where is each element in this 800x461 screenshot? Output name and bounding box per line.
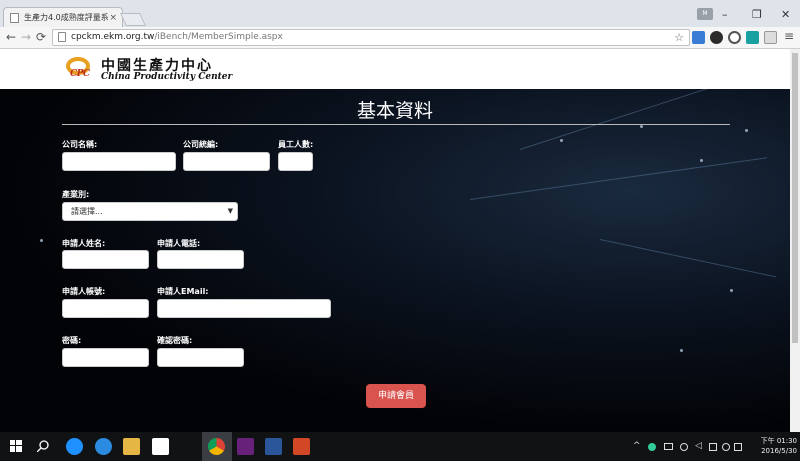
extension-icon[interactable]: [728, 31, 741, 44]
taskbar-clock[interactable]: 下午 01:30 2016/5/30: [745, 436, 797, 456]
tab-close-icon[interactable]: ×: [109, 13, 117, 23]
applicant-phone-input[interactable]: [157, 250, 244, 269]
new-tab-button[interactable]: [119, 13, 147, 26]
file-explorer-icon[interactable]: [123, 438, 140, 455]
word-icon[interactable]: [265, 438, 282, 455]
ie-icon[interactable]: [95, 438, 112, 455]
page-info-icon[interactable]: [58, 32, 66, 42]
chevron-down-icon: ▼: [227, 207, 233, 215]
applicant-account-label: 申請人帳號:: [62, 287, 106, 296]
background-decoration: [745, 129, 748, 132]
applicant-email-label: 申請人EMail:: [157, 287, 209, 296]
main-content: 基本資料 公司名稱: 公司統編: 員工人數: 產業別: 請選擇... ▼ 申請人…: [0, 89, 790, 432]
windows-taskbar: ^ ◁ 下午 01:30 2016/5/30: [0, 432, 800, 461]
industry-label: 產業別:: [62, 190, 90, 199]
applicant-email-input[interactable]: [157, 299, 331, 318]
show-hidden-icons-icon[interactable]: ^: [633, 441, 641, 451]
powerpoint-icon[interactable]: [293, 438, 310, 455]
background-decoration: [730, 289, 733, 292]
industry-select[interactable]: 請選擇... ▼: [62, 202, 238, 221]
background-decoration: [599, 239, 777, 278]
user-profile-badge[interactable]: M: [697, 8, 713, 20]
page-title: 基本資料: [356, 100, 433, 122]
tab-title: 生產力4.0成熟度評量系統: [24, 13, 110, 22]
close-window-icon[interactable]: ✕: [781, 8, 790, 21]
edge-icon[interactable]: [66, 438, 83, 455]
browser-tab-strip: 生產力4.0成熟度評量系統 × M – ❐ ✕: [0, 0, 800, 27]
background-decoration: [680, 349, 683, 352]
keyboard-icon[interactable]: [734, 443, 742, 451]
address-bar[interactable]: cpckm.ekm.org.tw/iBench/MemberSimple.asp…: [52, 29, 690, 46]
background-decoration: [40, 239, 43, 242]
applicant-phone-label: 申請人電話:: [157, 239, 201, 248]
bookmark-star-icon[interactable]: ☆: [674, 30, 684, 45]
extension-icon[interactable]: [746, 31, 759, 44]
title-divider: [62, 124, 730, 125]
action-center-icon[interactable]: [709, 443, 717, 451]
background-decoration: [469, 157, 768, 200]
windows-start-icon[interactable]: [10, 440, 22, 452]
chrome-icon[interactable]: [208, 438, 225, 455]
password-label: 密碼:: [62, 336, 82, 345]
forward-icon[interactable]: →: [21, 30, 31, 44]
store-icon[interactable]: [152, 438, 169, 455]
browser-toolbar: ← → ⟳ cpckm.ekm.org.tw/iBench/MemberSimp…: [0, 27, 800, 49]
background-decoration: [700, 159, 703, 162]
company-name-label: 公司名稱:: [62, 140, 98, 149]
employee-count-input[interactable]: [278, 152, 313, 171]
extension-icon[interactable]: [692, 31, 705, 44]
extension-icon[interactable]: [764, 31, 777, 44]
url-path: /iBench/MemberSimple.aspx: [154, 32, 283, 42]
minimize-icon[interactable]: –: [722, 8, 728, 21]
industry-select-value: 請選擇...: [71, 207, 103, 216]
browser-tab[interactable]: 生產力4.0成熟度評量系統 ×: [3, 7, 123, 27]
network-icon[interactable]: [680, 443, 688, 451]
cpc-logo[interactable]: CPC: [66, 57, 98, 81]
chrome-menu-icon[interactable]: ≡: [784, 29, 794, 43]
company-tax-id-input[interactable]: [183, 152, 270, 171]
applicant-name-label: 申請人姓名:: [62, 239, 106, 248]
tray-app-icon[interactable]: [648, 443, 656, 451]
scrollbar-thumb[interactable]: [792, 53, 798, 343]
company-name-input[interactable]: [62, 152, 176, 171]
password-input[interactable]: [62, 348, 149, 367]
background-decoration: [640, 125, 643, 128]
extension-icon[interactable]: [710, 31, 723, 44]
page-scrollbar[interactable]: [790, 49, 800, 432]
logo-english-name: China Productivity Center: [101, 72, 233, 82]
visual-studio-icon[interactable]: [237, 438, 254, 455]
maximize-icon[interactable]: ❐: [752, 8, 762, 21]
site-header: CPC 中國生產力中心 China Productivity Center: [0, 49, 790, 89]
url-host: cpckm.ekm.org.tw: [71, 32, 155, 42]
search-icon[interactable]: [37, 440, 49, 452]
applicant-name-input[interactable]: [62, 250, 149, 269]
applicant-account-input[interactable]: [62, 299, 149, 318]
clock-time: 下午 01:30: [760, 437, 797, 445]
battery-icon[interactable]: [664, 443, 673, 450]
back-icon[interactable]: ←: [6, 30, 16, 44]
confirm-password-input[interactable]: [157, 348, 244, 367]
logo-cpc-text: CPC: [70, 69, 90, 79]
confirm-password-label: 確認密碼:: [157, 336, 193, 345]
clock-date: 2016/5/30: [761, 447, 797, 455]
reload-icon[interactable]: ⟳: [36, 30, 46, 44]
company-tax-id-label: 公司統編:: [183, 140, 219, 149]
volume-icon[interactable]: ◁: [695, 441, 702, 451]
apply-membership-button[interactable]: 申請會員: [366, 384, 426, 408]
employee-count-label: 員工人數:: [278, 140, 314, 149]
page-icon: [10, 12, 19, 23]
background-decoration: [560, 139, 563, 142]
tray-app-icon[interactable]: [722, 443, 730, 451]
